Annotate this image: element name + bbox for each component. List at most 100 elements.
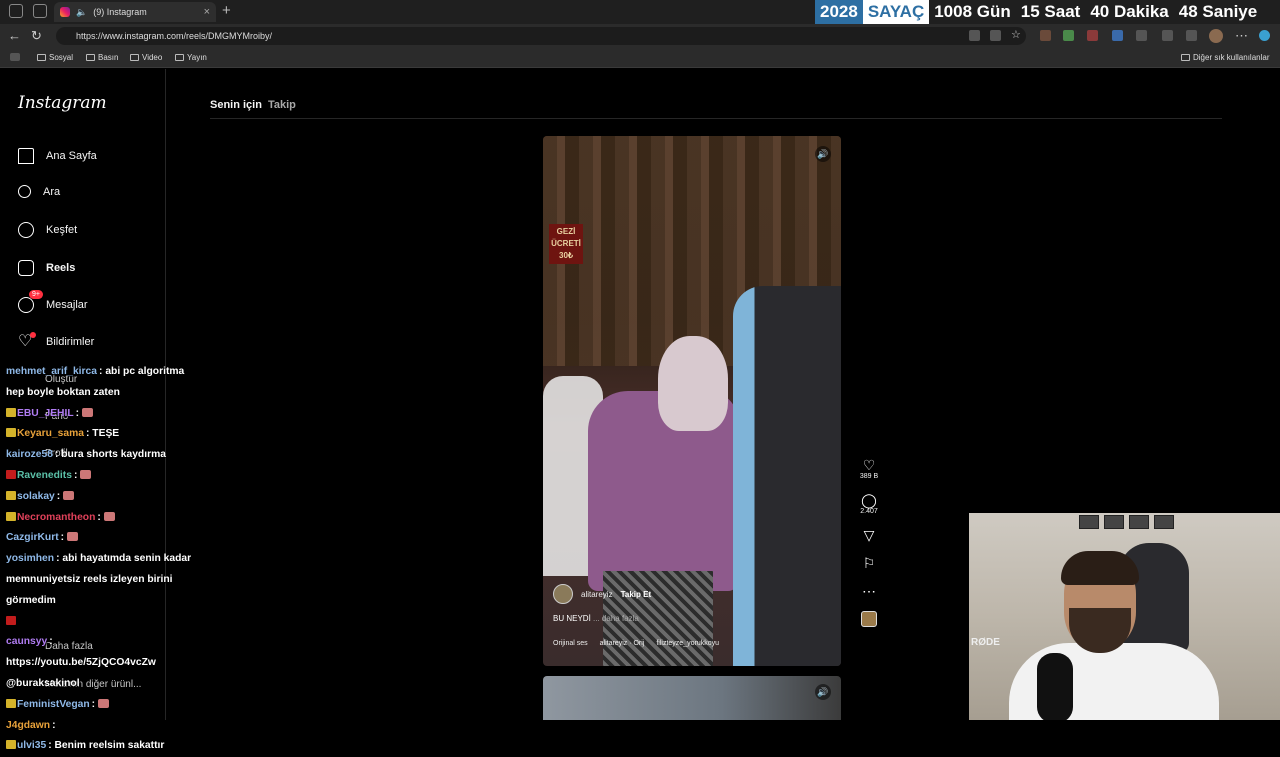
caption-text: BU NEYDİ (553, 614, 591, 623)
split-screen-icon[interactable] (969, 30, 980, 41)
share-paper-plane-icon[interactable]: ▽ (853, 527, 885, 543)
chat-message: ulvi35: Benim reelsim sakattır (6, 736, 196, 757)
extensions-puzzle-icon[interactable] (1162, 30, 1173, 41)
counter-seconds: 48 Saniye (1173, 0, 1263, 24)
chat-message: kairoze58: bura shorts kaydırma (6, 445, 196, 466)
reel-video[interactable]: GEZİ ÜCRETİ 30₺ 🔊 alitareyiz Takip Et BU… (543, 136, 841, 666)
other-bookmarks[interactable]: Diğer sık kullanılanlar (1181, 53, 1269, 62)
microphone (1037, 653, 1073, 720)
copilot-icon[interactable] (1259, 30, 1270, 41)
counter-days: 1008 Gün (929, 0, 1016, 24)
wall-frame (1154, 515, 1174, 529)
extension-1-icon[interactable] (1040, 30, 1051, 41)
tab-instagram[interactable]: 🔈 (9) Instagram × (54, 2, 216, 22)
chat-separator: : (52, 719, 56, 731)
favorite-star-icon[interactable]: ☆ (1011, 30, 1022, 41)
woman-headscarf (658, 336, 728, 431)
author-name[interactable]: alitareyiz (581, 590, 613, 599)
like-action[interactable]: ♡ 389 B (853, 457, 885, 480)
streamer-hair (1061, 551, 1139, 585)
sidebar-item-label: Mesajlar (46, 299, 88, 311)
chat-message: Keyaru_sama: TEŞE (6, 424, 196, 445)
bookmark-icon[interactable]: ⚐ (853, 555, 885, 571)
favorites-collection-icon[interactable] (1186, 30, 1197, 41)
sidebar-item-search[interactable]: Ara (18, 185, 60, 198)
browser-tab-bar: 🔈 (9) Instagram × + 2028 SAYAÇ 1008 Gün … (0, 0, 1280, 24)
chat-badge-icon (6, 469, 16, 479)
url-bar[interactable]: https://www.instagram.com/reels/DMGMYMro… (56, 27, 1026, 45)
reels-icon (18, 260, 34, 276)
sidebar-item-reels[interactable]: Reels (18, 260, 75, 276)
sidebar-item-label: Keşfet (46, 224, 78, 236)
caption-more-link[interactable]: ... daha fazla (593, 614, 639, 623)
bookmark-folder-sosyal[interactable]: Sosyal (37, 53, 73, 62)
volume-icon[interactable]: 🔊 (815, 146, 831, 162)
reel-meta: alitareyiz Takip Et BU NEYDİ ... daha fa… (553, 584, 651, 623)
comment-bubble-icon[interactable]: ◯ (853, 492, 885, 508)
instagram-logo[interactable]: Instagram (18, 93, 107, 113)
extension-4-icon[interactable] (1112, 30, 1123, 41)
audio-original[interactable]: Orijinal ses (553, 640, 588, 647)
chat-message: mehmet_arif_kirca: abi pc algoritma hep … (6, 362, 196, 404)
share-action[interactable]: ▽ (853, 527, 885, 543)
folder-icon (1181, 54, 1190, 61)
chat-message: FeministVegan: (6, 695, 196, 716)
sidebar-item-home[interactable]: Ana Sayfa (18, 148, 97, 164)
sidebar-item-explore[interactable]: Keşfet (18, 222, 77, 238)
tab-following[interactable]: Takip (268, 99, 296, 111)
like-heart-icon[interactable]: ♡ (853, 457, 885, 473)
read-aloud-icon[interactable] (990, 30, 1001, 41)
chat-message: EBU_JEHIL: (6, 404, 196, 425)
chat-username: EBU_JEHIL (17, 407, 74, 419)
bookmark-apps-icon[interactable] (10, 53, 20, 61)
bookmarks-bar: Sosyal Basın Video Yayın Diğer sık kulla… (0, 48, 1280, 68)
extension-2-icon[interactable] (1063, 30, 1074, 41)
sidebar-item-messages[interactable]: 9+ Mesajlar (18, 290, 88, 313)
speaker-icon[interactable]: 🔈 (76, 7, 87, 18)
browser-essentials-icon[interactable] (1136, 30, 1147, 41)
refresh-icon[interactable]: ↻ (31, 28, 42, 44)
more-action[interactable]: ⋯ (853, 583, 885, 599)
chat-username: mehmet_arif_kirca (6, 366, 98, 377)
mic-brand-label: RØDE (971, 637, 1000, 648)
author-avatar[interactable] (553, 584, 573, 604)
chat-badge-icon (6, 740, 16, 750)
tab-for-you[interactable]: Senin için (210, 99, 262, 111)
search-icon (18, 185, 31, 198)
chat-message: Necromantheon: (6, 508, 196, 529)
volume-icon[interactable]: 🔊 (815, 684, 831, 700)
profile-avatar-icon[interactable] (1209, 29, 1223, 43)
like-count: 389 B (859, 473, 879, 480)
tab-title: (9) Instagram (93, 7, 147, 17)
extension-3-icon[interactable] (1087, 30, 1098, 41)
save-action[interactable]: ⚐ (853, 555, 885, 571)
audio-source[interactable]: alitareyiz · Orij (600, 640, 645, 647)
chat-message: J4gdawn: (6, 716, 196, 737)
tab-actions-icon[interactable] (33, 4, 47, 18)
wall-frame (1129, 515, 1149, 529)
sidebar-item-notifications[interactable]: ♡ Bildirimler (18, 332, 94, 350)
chat-message: caunsyy: https://youtu.be/5ZjQCO4vcZw @b… (6, 632, 196, 694)
bookmark-label: Sosyal (49, 53, 74, 62)
audio-thumbnail[interactable] (861, 611, 877, 627)
chat-username: J4gdawn (6, 719, 51, 731)
reel-caption[interactable]: BU NEYDİ ... daha fazla (553, 614, 651, 623)
tab-close-icon[interactable]: × (204, 6, 210, 18)
bookmark-folder-basin[interactable]: Basın (86, 53, 118, 62)
tagged-user[interactable]: filizteyze_yorukkoyu (656, 640, 719, 647)
back-arrow-icon[interactable]: ← (8, 28, 21, 43)
chat-emote-icon (81, 407, 93, 417)
more-menu-icon[interactable]: ⋯ (1235, 28, 1248, 44)
bookmark-label: Video (142, 53, 163, 62)
workspaces-icon[interactable] (9, 4, 23, 18)
follow-button[interactable]: Takip Et (621, 590, 652, 599)
more-dots-icon[interactable]: ⋯ (853, 583, 885, 599)
new-tab-button[interactable]: + (222, 2, 231, 19)
comment-action[interactable]: ◯ 2.407 (853, 492, 885, 515)
chat-message: yosimhen: abi hayatımda senin kadar memn… (6, 549, 196, 611)
chat-username: CazgirKurt (6, 532, 59, 544)
next-reel-video[interactable]: 🔊 (543, 676, 841, 720)
bookmark-folder-video[interactable]: Video (130, 53, 162, 62)
bookmark-folder-yayin[interactable]: Yayın (175, 53, 207, 62)
comment-count: 2.407 (860, 508, 878, 515)
